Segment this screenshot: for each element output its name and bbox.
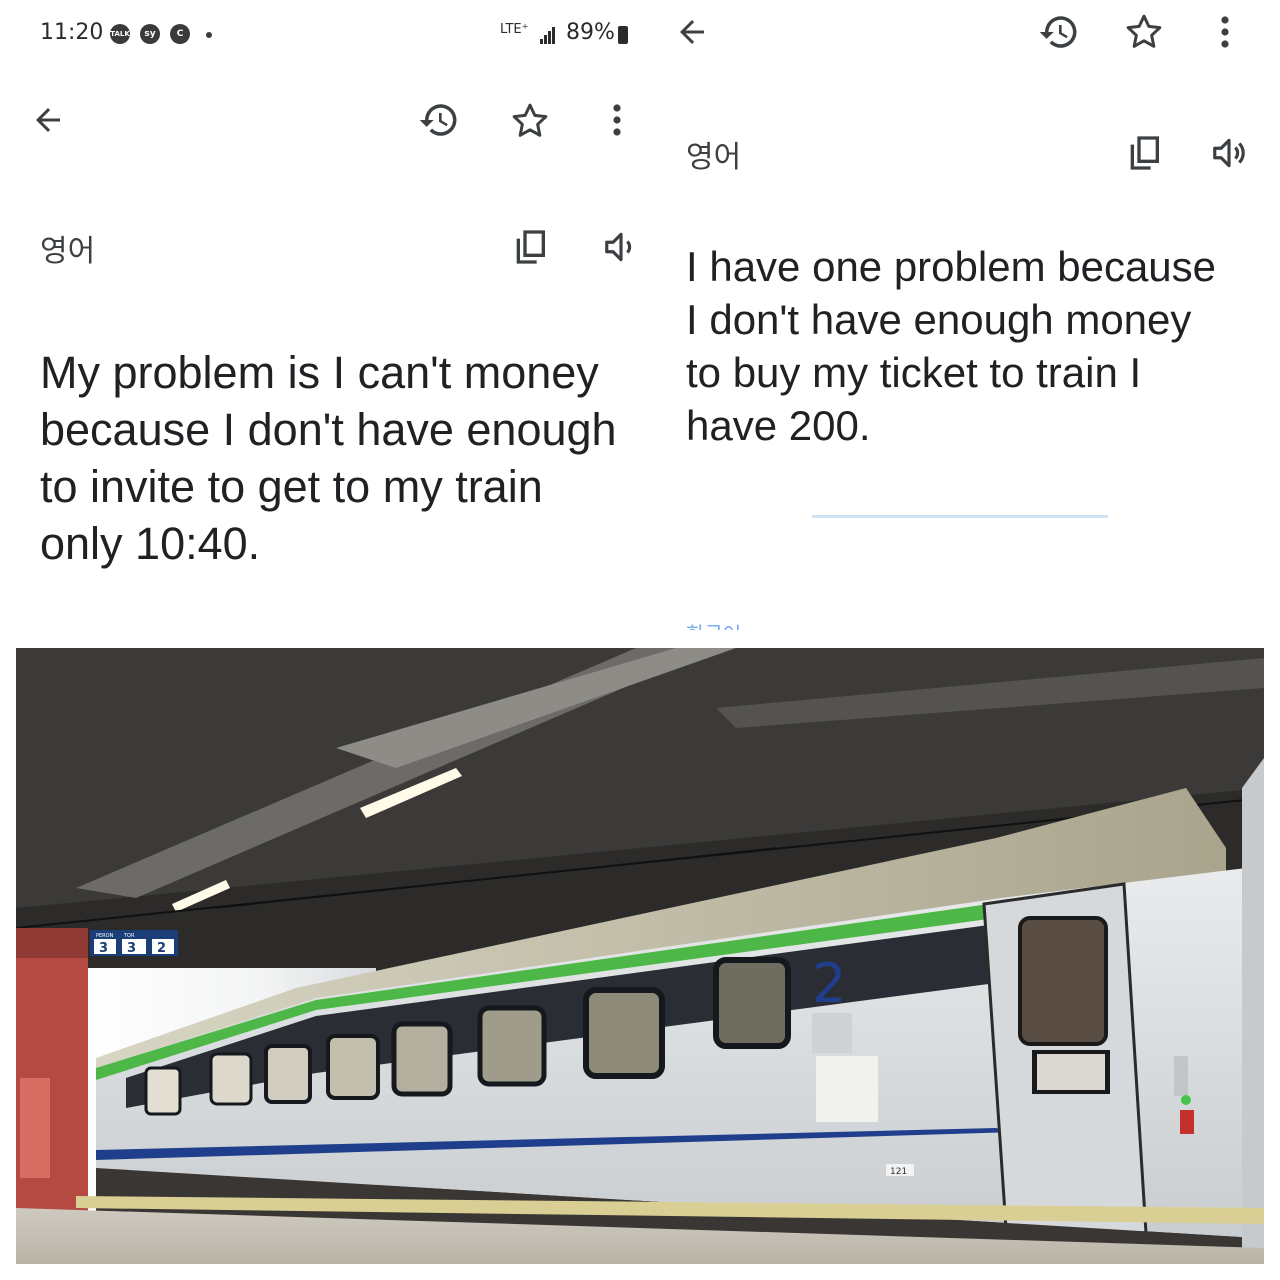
- battery-icon: [618, 26, 628, 44]
- talk-notification-icon: TALK: [110, 24, 130, 44]
- more-notifications-dot: [206, 32, 212, 38]
- network-type: LTE⁺: [500, 22, 529, 37]
- source-language-label: 영어: [40, 234, 96, 269]
- back-arrow-icon[interactable]: [30, 102, 66, 138]
- svg-text:PERON: PERON: [96, 933, 114, 939]
- speaker-icon[interactable]: [1210, 134, 1248, 172]
- svg-text:3: 3: [99, 941, 108, 956]
- battery-percent: 89%: [566, 20, 615, 45]
- text-line: to invite to get to my train: [40, 461, 543, 512]
- svg-text:3: 3: [127, 941, 136, 956]
- text-line: because I don't have enough: [40, 404, 617, 455]
- target-language-label: 한국어: [686, 618, 741, 630]
- translated-text: I have one problem because I don't have …: [686, 240, 1216, 452]
- signal-icon: [540, 26, 558, 44]
- train-station-photo: PERON 3 TOR 3 2 2 121: [16, 648, 1264, 1264]
- status-time: 11:20: [40, 20, 104, 45]
- sy-notification-icon: sy: [140, 24, 160, 44]
- text-line: I have one problem because: [686, 243, 1217, 290]
- car-small-number: 121: [890, 1167, 907, 1177]
- right-translation-screen: 영어 I have one problem because I don't ha…: [648, 0, 1264, 630]
- star-icon[interactable]: [1124, 12, 1164, 52]
- left-translation-screen: 11:20 TALK sy C LTE⁺ 89% 영어 My problem i…: [16, 10, 632, 630]
- source-language-label: 영어: [686, 140, 742, 175]
- copy-icon[interactable]: [1124, 132, 1164, 174]
- text-line: I don't have enough money: [686, 296, 1192, 343]
- svg-text:2: 2: [157, 941, 166, 956]
- svg-text:TOR: TOR: [123, 933, 135, 939]
- text-line: have 200.: [686, 402, 871, 449]
- train-illustration: PERON 3 TOR 3 2 2 121: [16, 648, 1264, 1264]
- copy-icon[interactable]: [510, 226, 550, 268]
- translated-text: My problem is I can't money because I do…: [40, 344, 617, 572]
- car-class-number: 2: [812, 952, 846, 1015]
- history-icon[interactable]: [418, 99, 460, 141]
- speaker-icon[interactable]: [602, 228, 632, 266]
- status-bar: 11:20 TALK sy C LTE⁺ 89%: [16, 10, 632, 60]
- c-notification-icon: C: [170, 24, 190, 44]
- star-icon[interactable]: [510, 101, 550, 141]
- text-line: to buy my ticket to train I: [686, 349, 1142, 396]
- more-vert-icon[interactable]: [1214, 14, 1236, 50]
- loading-divider: [812, 515, 1108, 518]
- back-arrow-icon[interactable]: [674, 14, 710, 50]
- text-line: My problem is I can't money: [40, 347, 599, 398]
- text-line: only 10:40.: [40, 518, 261, 569]
- history-icon[interactable]: [1038, 11, 1080, 53]
- more-vert-icon[interactable]: [606, 102, 628, 138]
